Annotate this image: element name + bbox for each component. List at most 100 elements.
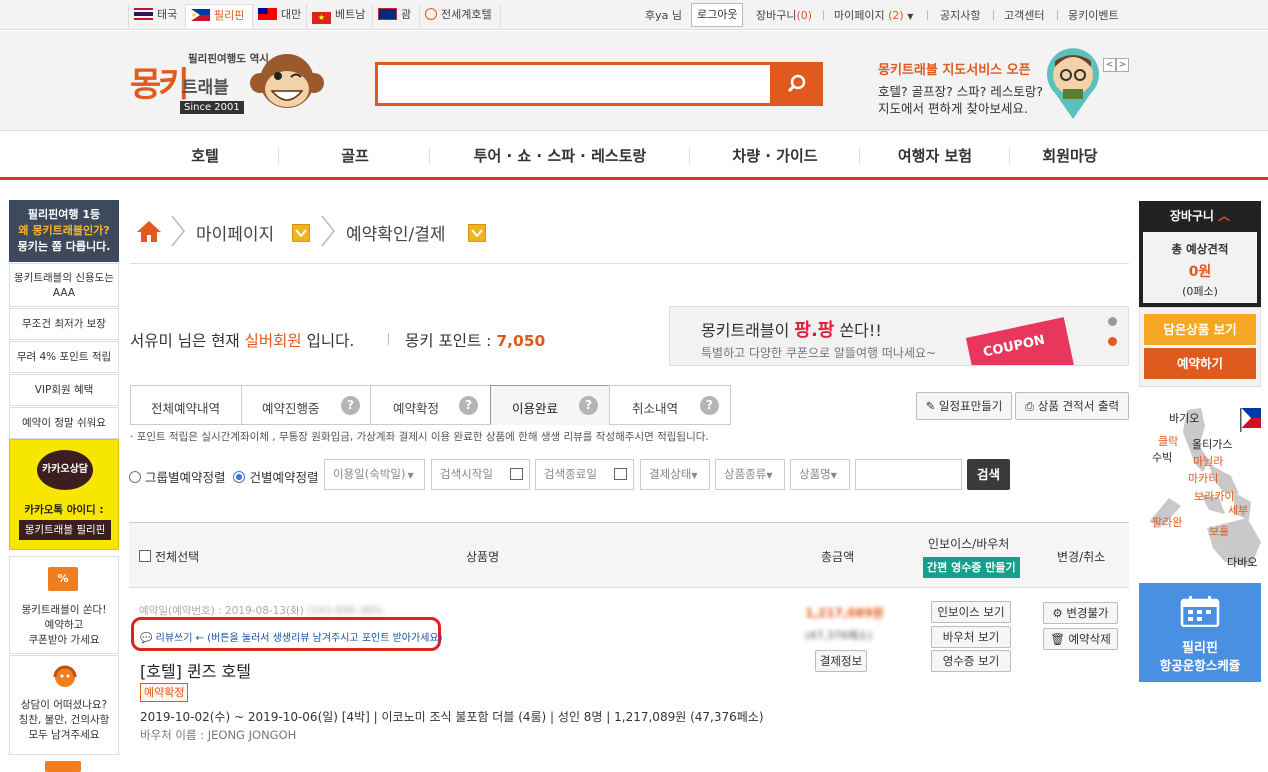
booking-details: 2019-10-02(수) ~ 2019-10-06(일) [4박] | 이코노…	[140, 710, 764, 724]
nav-insurance[interactable]: 여행자 보험	[860, 145, 1010, 166]
lang-tab-taiwan[interactable]: 대만	[252, 4, 309, 28]
mypage-link[interactable]: 마이페이지 (2) ▼	[834, 7, 913, 23]
select-all-label[interactable]: 전체선택	[155, 548, 199, 565]
group-sort-radio[interactable]	[129, 471, 141, 483]
lang-tab-philippines[interactable]: 필리핀	[185, 4, 254, 28]
sidebar-item-lowest-price[interactable]: 무조건 최저가 보장	[9, 308, 119, 340]
sidebar-item-easy-booking[interactable]: 예약이 정말 쉬워요	[9, 407, 119, 439]
caret-down-icon: ▼	[691, 471, 698, 480]
breadcrumb-mypage[interactable]: 마이페이지	[196, 220, 274, 245]
lang-tab-thailand[interactable]: 태국	[128, 4, 185, 28]
tab-confirmed[interactable]: 예약확정?	[370, 385, 491, 425]
logo[interactable]: 필리핀여행도 역시 몽키 트래블 Since 2001	[130, 49, 330, 119]
breadcrumb-dropdown-icon[interactable]	[292, 224, 310, 242]
philippines-map[interactable]: 바기오 클락 올티가스 수빅 마닐라 마카티 보라카이 세부 팔라완 보홀 다바…	[1139, 402, 1264, 572]
flight-schedule-banner[interactable]: 필리핀 항공운항스케쥴	[1139, 583, 1261, 682]
map-place-subic[interactable]: 수빅	[1152, 449, 1172, 465]
keyword-input[interactable]	[855, 459, 962, 490]
lang-tab-vietnam[interactable]: ★ 베트남	[306, 4, 373, 28]
write-review-link[interactable]: 💬 리뷰쓰기 ← (버튼을 눌러서 생생리뷰 남겨주시고 포인트 받아가세요)	[140, 629, 443, 644]
map-service-title[interactable]: 몽키트래블 지도서비스 오픈	[878, 59, 1031, 78]
map-place-makati[interactable]: 마카티	[1188, 470, 1218, 486]
why-monkey-promo[interactable]: 필리핀여행 1등 왜 몽키트래블인가? 몽키는 쫌 다릅니다.	[9, 200, 119, 262]
book-now-button[interactable]: 예약하기	[1144, 348, 1256, 379]
map-place-ortigas[interactable]: 올티가스	[1192, 436, 1232, 452]
map-place-manila[interactable]: 마닐라	[1193, 453, 1223, 469]
sidebar-item-credit[interactable]: 몽키트래블의 신용도는 AAA	[9, 263, 119, 307]
nav-community[interactable]: 회원마당	[1010, 145, 1130, 166]
voucher-view-button[interactable]: 바우처 보기	[931, 626, 1011, 648]
monkey-mascot-icon	[250, 54, 324, 108]
coupon-promo[interactable]: % 몽키트래블이 쏜다! 예약하고 쿠폰받아 가세요	[9, 556, 119, 654]
nav-vehicle[interactable]: 차량 · 가이드	[690, 145, 860, 166]
logout-button[interactable]: 로그아웃	[691, 3, 744, 27]
search-start-date[interactable]: 검색시작일	[431, 459, 530, 490]
promo-line: 필리핀여행 1등	[27, 208, 101, 221]
lang-tab-guam[interactable]: 괌	[372, 4, 419, 28]
help-icon[interactable]: ?	[459, 396, 478, 415]
saved-items-button[interactable]: 담은상품 보기	[1144, 314, 1256, 345]
search-end-date[interactable]: 검색종료일	[535, 459, 634, 490]
schedule-button[interactable]: ✎ 일정표만들기	[916, 392, 1012, 420]
use-date-select[interactable]: 이용일(숙박일) ▼	[324, 459, 425, 490]
calendar-icon[interactable]	[614, 468, 627, 480]
coupon-banner[interactable]: 몽키트래블이 팡.팡 쏜다!! 특별하고 다양한 쿠폰으로 알뜰여행 떠나세요~…	[669, 306, 1129, 366]
tab-in-progress[interactable]: 예약진행중?	[241, 385, 371, 425]
search-button[interactable]	[770, 64, 823, 104]
search-submit-button[interactable]: 검색	[967, 459, 1010, 490]
tab-completed[interactable]: 이용완료?	[490, 385, 610, 425]
nav-golf[interactable]: 골프	[280, 145, 430, 166]
help-icon[interactable]: ?	[341, 396, 360, 415]
map-place-cebu[interactable]: 세부	[1228, 502, 1248, 518]
map-place-baguio[interactable]: 바기오	[1169, 410, 1199, 426]
banner-dot[interactable]	[1108, 317, 1117, 326]
notice-link[interactable]: 공지사항	[940, 7, 980, 23]
breadcrumb-booking[interactable]: 예약확인/결제	[346, 220, 446, 245]
receipt-view-button[interactable]: 영수증 보기	[931, 650, 1011, 672]
select-all-checkbox[interactable]	[139, 550, 151, 562]
banner-prev-button[interactable]: <	[1103, 58, 1116, 72]
search-input[interactable]	[378, 65, 770, 103]
each-sort-label[interactable]: 건별예약정렬	[249, 470, 318, 485]
home-icon[interactable]	[136, 219, 162, 243]
survey-promo[interactable]: 상담이 어떠셨나요? 칭찬, 불만, 건의사항 모두 남겨주세요	[9, 655, 119, 755]
payment-info-button[interactable]: 결제정보	[815, 650, 867, 672]
taiwan-flag-icon	[258, 8, 277, 20]
nav-tour[interactable]: 투어 · 쇼 · 스파 · 레스토랑	[430, 145, 690, 166]
banner-dot-active[interactable]	[1108, 337, 1117, 346]
product-name-select[interactable]: 상품명▼	[790, 459, 850, 490]
booking-title[interactable]: [호텔] 퀸즈 호텔	[140, 658, 251, 682]
invoice-view-button[interactable]: 인보이스 보기	[931, 601, 1011, 623]
banner-next-button[interactable]: >	[1116, 58, 1129, 72]
product-type-select[interactable]: 상품종류▼	[715, 459, 785, 490]
cart-link[interactable]: 장바구니(0)	[756, 7, 812, 23]
help-icon[interactable]: ?	[579, 396, 598, 415]
help-icon[interactable]: ?	[700, 396, 719, 415]
tab-all-bookings[interactable]: 전체예약내역	[130, 385, 242, 425]
pay-status-select[interactable]: 결제상태▼	[640, 459, 710, 490]
lang-tab-worldwide[interactable]: 전세계호텔	[419, 4, 501, 28]
calendar-icon[interactable]	[510, 468, 523, 480]
sidebar-item-vip[interactable]: VIP회원 혜택	[9, 374, 119, 406]
sidebar-item-points[interactable]: 무려 4% 포인트 적립	[9, 341, 119, 373]
nav-hotel[interactable]: 호텔	[130, 145, 280, 166]
each-sort-radio[interactable]	[233, 471, 246, 483]
select-label: 상품종류	[724, 467, 767, 481]
map-place-davao[interactable]: 다바오	[1227, 554, 1257, 570]
breadcrumb-separator-icon	[171, 215, 185, 247]
quick-receipt-button[interactable]: 간편 영수증 만들기	[923, 557, 1020, 578]
map-place-bohol[interactable]: 보홀	[1209, 523, 1229, 539]
support-link[interactable]: 고객센터	[1004, 7, 1044, 23]
delete-booking-button[interactable]: 🗑 예약삭제	[1043, 628, 1118, 650]
map-place-clark[interactable]: 클락	[1158, 433, 1178, 449]
breadcrumb-dropdown-icon[interactable]	[468, 224, 486, 242]
change-disabled-button[interactable]: ⚙ 변경불가	[1043, 602, 1118, 624]
promo-line: 왜 몽키트래블인가?	[18, 224, 110, 237]
group-sort-label[interactable]: 그룹별예약정렬	[145, 470, 226, 485]
estimate-print-button[interactable]: ⎙ 상품 견적서 출력	[1015, 392, 1129, 420]
map-place-palawan[interactable]: 팔라완	[1152, 514, 1182, 530]
kakao-consult-banner[interactable]: 카카오상담 카카오톡 아이디 : 몽키트래블 필리핀	[9, 439, 119, 550]
tab-cancelled[interactable]: 취소내역?	[609, 385, 731, 425]
event-link[interactable]: 몽키이벤트	[1068, 7, 1119, 23]
cart-widget-title[interactable]: 장바구니 ︿	[1139, 201, 1261, 232]
